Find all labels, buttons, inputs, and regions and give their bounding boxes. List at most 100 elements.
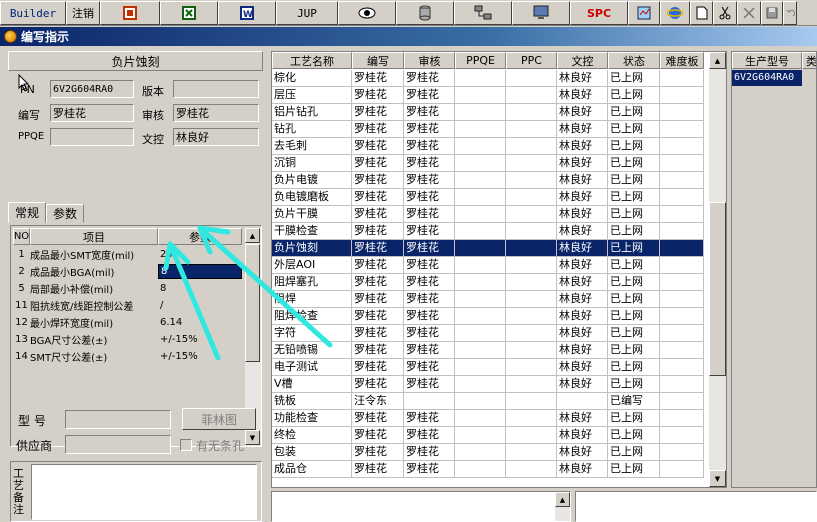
- difficulty-cell[interactable]: [660, 87, 704, 104]
- ppqe-cell[interactable]: [455, 70, 506, 87]
- parameter-row[interactable]: 5 局部最小补偿(mil) 8: [13, 280, 247, 297]
- version-field[interactable]: [173, 80, 259, 98]
- reviewer-cell[interactable]: 罗桂花: [404, 104, 455, 121]
- process-name-cell[interactable]: 功能检查: [272, 410, 352, 427]
- writer-cell[interactable]: 罗桂花: [352, 257, 404, 274]
- process-row[interactable]: 层压 罗桂花 罗桂花 林良好 已上网: [272, 87, 708, 104]
- parameter-row[interactable]: 13 BGA尺寸公差(±) +/-15%: [13, 331, 247, 348]
- difficulty-cell[interactable]: [660, 155, 704, 172]
- reviewer-cell[interactable]: [404, 393, 455, 410]
- ppqe-cell[interactable]: [455, 206, 506, 223]
- difficulty-cell[interactable]: [660, 291, 704, 308]
- parameter-value[interactable]: 8: [158, 283, 242, 294]
- ppc-cell[interactable]: [506, 427, 557, 444]
- status-cell[interactable]: 已上网: [608, 121, 660, 138]
- ppc-cell[interactable]: [506, 325, 557, 342]
- ppc-cell[interactable]: [506, 87, 557, 104]
- writer-cell[interactable]: 罗桂花: [352, 410, 404, 427]
- status-cell[interactable]: 已上网: [608, 376, 660, 393]
- reviewer-cell[interactable]: 罗桂花: [404, 70, 455, 87]
- ppc-cell[interactable]: [506, 410, 557, 427]
- process-row[interactable]: 无铅喷锡 罗桂花 罗桂花 林良好 已上网: [272, 342, 708, 359]
- ppc-cell[interactable]: [506, 104, 557, 121]
- barcode-checkbox[interactable]: [180, 439, 192, 451]
- doc-control-cell[interactable]: 林良好: [557, 308, 608, 325]
- writer-cell[interactable]: 罗桂花: [352, 274, 404, 291]
- process-scroll-thumb[interactable]: [709, 202, 726, 376]
- difficulty-cell[interactable]: [660, 206, 704, 223]
- writer-cell[interactable]: 罗桂花: [352, 70, 404, 87]
- ppc-cell[interactable]: [506, 274, 557, 291]
- status-cell[interactable]: 已上网: [608, 155, 660, 172]
- col-difficulty[interactable]: 难度板: [660, 52, 704, 69]
- process-name-cell[interactable]: 负片蚀刻: [272, 240, 352, 257]
- close-button[interactable]: [737, 1, 761, 25]
- writer-cell[interactable]: 罗桂花: [352, 138, 404, 155]
- doc-control-cell[interactable]: 林良好: [557, 444, 608, 461]
- process-name-cell[interactable]: 铣板: [272, 393, 352, 410]
- doc-control-cell[interactable]: 林良好: [557, 240, 608, 257]
- status-cell[interactable]: 已上网: [608, 104, 660, 121]
- doc-control-cell[interactable]: 林良好: [557, 104, 608, 121]
- detail-box[interactable]: [575, 491, 817, 522]
- difficulty-cell[interactable]: [660, 104, 704, 121]
- reviewer-field[interactable]: 罗桂花: [173, 104, 259, 122]
- process-name-cell[interactable]: 包装: [272, 444, 352, 461]
- ppc-cell[interactable]: [506, 376, 557, 393]
- ppqe-cell[interactable]: [455, 427, 506, 444]
- process-row[interactable]: 阻焊 罗桂花 罗桂花 林良好 已上网: [272, 291, 708, 308]
- col-status[interactable]: 状态: [608, 52, 660, 69]
- parameter-value[interactable]: +/-15%: [158, 351, 242, 362]
- doc-control-cell[interactable]: 林良好: [557, 325, 608, 342]
- doc-control-cell[interactable]: 林良好: [557, 342, 608, 359]
- supplier-field[interactable]: [65, 435, 171, 454]
- word-button[interactable]: W: [218, 1, 276, 25]
- doc-control-cell[interactable]: 林良好: [557, 376, 608, 393]
- reviewer-cell[interactable]: 罗桂花: [404, 155, 455, 172]
- process-row[interactable]: 功能检查 罗桂花 罗桂花 林良好 已上网: [272, 410, 708, 427]
- process-row[interactable]: 负片电镀 罗桂花 罗桂花 林良好 已上网: [272, 172, 708, 189]
- writer-cell[interactable]: 罗桂花: [352, 359, 404, 376]
- status-cell[interactable]: 已上网: [608, 189, 660, 206]
- parameter-value[interactable]: +/-15%: [158, 334, 242, 345]
- col-writer[interactable]: 编写: [352, 52, 404, 69]
- difficulty-cell[interactable]: [660, 308, 704, 325]
- writer-cell[interactable]: 罗桂花: [352, 342, 404, 359]
- reviewer-cell[interactable]: 罗桂花: [404, 240, 455, 257]
- parameter-row[interactable]: 11 阻抗线宽/线距控制公差 /: [13, 297, 247, 314]
- ppqe-cell[interactable]: [455, 189, 506, 206]
- status-cell[interactable]: 已上网: [608, 172, 660, 189]
- difficulty-cell[interactable]: [660, 70, 704, 87]
- difficulty-cell[interactable]: [660, 410, 704, 427]
- ppqe-cell[interactable]: [455, 444, 506, 461]
- writer-cell[interactable]: 罗桂花: [352, 308, 404, 325]
- doc-control-cell[interactable]: 林良好: [557, 189, 608, 206]
- process-name-cell[interactable]: 钻孔: [272, 121, 352, 138]
- process-name-cell[interactable]: 铝片钻孔: [272, 104, 352, 121]
- difficulty-cell[interactable]: [660, 325, 704, 342]
- status-cell[interactable]: 已上网: [608, 461, 660, 478]
- process-scroll-up-button[interactable]: ▲: [709, 52, 726, 69]
- ppc-cell[interactable]: [506, 121, 557, 138]
- notes-scroll-up-button[interactable]: ▲: [555, 492, 570, 507]
- ppqe-cell[interactable]: [455, 410, 506, 427]
- process-name-cell[interactable]: 阻焊检查: [272, 308, 352, 325]
- col-process-name[interactable]: 工艺名称: [272, 52, 352, 69]
- status-cell[interactable]: 已上网: [608, 359, 660, 376]
- reviewer-cell[interactable]: 罗桂花: [404, 308, 455, 325]
- difficulty-cell[interactable]: [660, 461, 704, 478]
- ppqe-cell[interactable]: [455, 274, 506, 291]
- process-name-cell[interactable]: 成品仓: [272, 461, 352, 478]
- writer-cell[interactable]: 罗桂花: [352, 291, 404, 308]
- jup-button[interactable]: JUP: [276, 1, 338, 25]
- difficulty-cell[interactable]: [660, 359, 704, 376]
- process-row[interactable]: 外层AOI 罗桂花 罗桂花 林良好 已上网: [272, 257, 708, 274]
- doc-control-cell[interactable]: 林良好: [557, 206, 608, 223]
- doc-control-cell[interactable]: 林良好: [557, 155, 608, 172]
- parameter-row[interactable]: 2 成品最小BGA(mil) 8: [13, 263, 247, 280]
- status-cell[interactable]: 已上网: [608, 257, 660, 274]
- ppc-cell[interactable]: [506, 257, 557, 274]
- tab-general[interactable]: 常规: [8, 202, 47, 223]
- writer-cell[interactable]: 罗桂花: [352, 155, 404, 172]
- ppqe-cell[interactable]: [455, 240, 506, 257]
